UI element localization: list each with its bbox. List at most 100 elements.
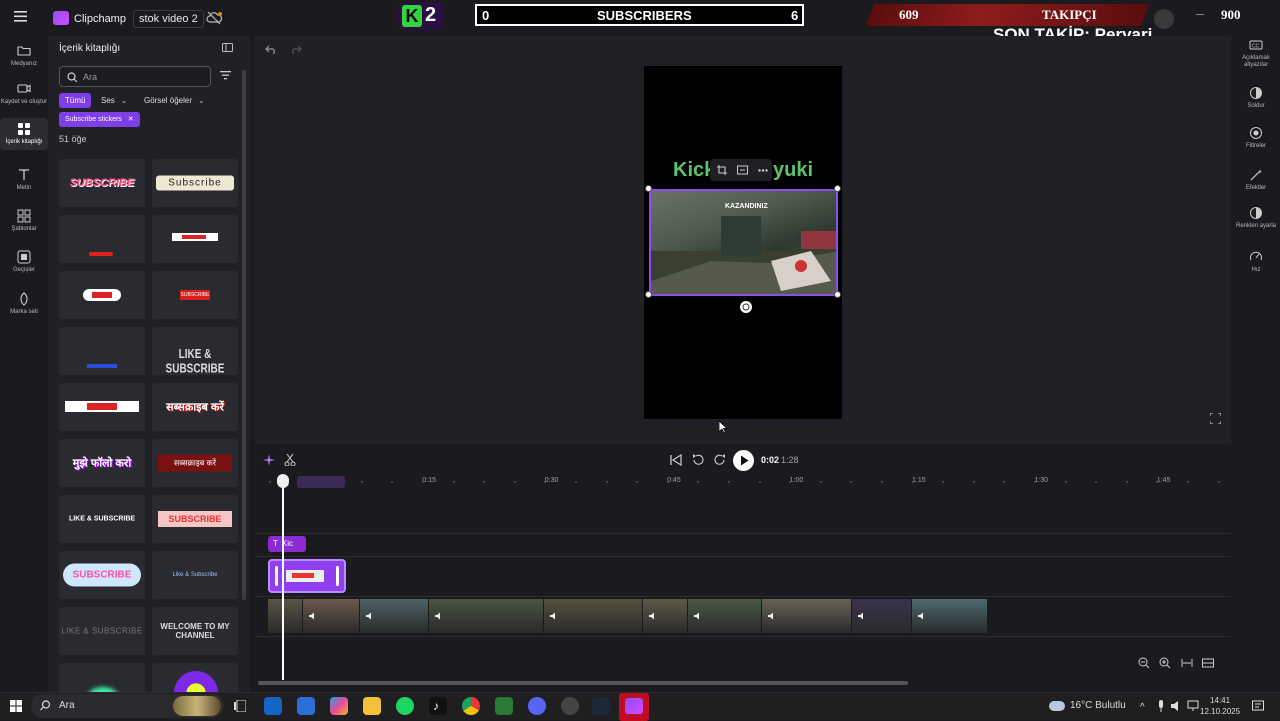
nav-item-4[interactable]: Şablonlar <box>0 205 48 237</box>
project-name-field[interactable]: stok video 2 <box>133 10 204 28</box>
more-options-icon[interactable] <box>758 169 768 172</box>
canvas-title-left[interactable]: Kick <box>673 159 715 182</box>
redo-icon[interactable] <box>290 44 302 54</box>
sticker-thumbnail[interactable]: Subscribe <box>152 159 238 207</box>
sticker-thumbnail[interactable]: SUBSCRIBE <box>152 271 238 319</box>
crop-icon[interactable] <box>717 165 727 175</box>
zoom-out-icon[interactable] <box>1138 657 1150 669</box>
video-clip[interactable] <box>360 599 429 633</box>
playhead-handle[interactable] <box>277 474 289 488</box>
right-rail-item-2[interactable]: Filtreler <box>1231 126 1280 150</box>
rewind-5-icon[interactable] <box>692 454 704 466</box>
right-rail-item-5[interactable]: Hız <box>1231 250 1280 274</box>
sticker-thumbnail[interactable]: सब्सक्राइब करें <box>152 383 238 431</box>
filter-all-chip[interactable]: Tümü <box>59 93 92 108</box>
speaker-icon[interactable] <box>694 612 702 620</box>
chrome-icon[interactable] <box>462 697 480 715</box>
nav-item-3[interactable]: Metin <box>0 164 48 196</box>
chevron-up-icon[interactable]: ^ <box>1140 702 1145 713</box>
filter-icon[interactable] <box>220 71 231 80</box>
resize-handle-bl[interactable] <box>645 291 652 298</box>
split-icon[interactable] <box>284 454 296 466</box>
sticker-thumbnail[interactable]: SUBSCRIBE <box>59 551 145 599</box>
sticker-thumbnail[interactable] <box>59 271 145 319</box>
play-button[interactable] <box>733 450 754 471</box>
timeline-scrollbar[interactable] <box>258 681 908 685</box>
video-clip[interactable] <box>762 599 852 633</box>
outlook-icon[interactable] <box>264 697 282 715</box>
speaker-icon[interactable] <box>858 612 866 620</box>
fit-icon[interactable] <box>737 165 748 175</box>
skip-back-icon[interactable] <box>670 454 682 466</box>
taskbar-search[interactable]: Ara <box>31 694 224 718</box>
menu-icon[interactable] <box>14 11 27 22</box>
canvas-title-right[interactable]: yuki <box>773 159 813 182</box>
clip-trim-left[interactable] <box>275 566 278 586</box>
sticker-thumbnail[interactable] <box>59 215 145 263</box>
close-icon[interactable]: ✕ <box>128 116 134 123</box>
sticker-thumbnail[interactable] <box>59 383 145 431</box>
sticker-thumbnail[interactable]: WELCOME TO MY CHANNEL <box>152 607 238 655</box>
nav-item-1[interactable]: Kaydet ve oluştur <box>0 78 48 110</box>
video-clip[interactable] <box>643 599 688 633</box>
store-icon[interactable] <box>297 697 315 715</box>
sticker-thumbnail[interactable]: मुझे फॉलो करो <box>59 439 145 487</box>
nav-item-0[interactable]: Medyanız <box>0 40 48 72</box>
minimize-icon[interactable] <box>1196 14 1204 15</box>
video-clip[interactable] <box>912 599 988 633</box>
file-explorer-icon[interactable] <box>363 697 381 715</box>
speaker-icon[interactable] <box>550 612 558 620</box>
video-clip[interactable] <box>303 599 360 633</box>
cloud-sync-off-icon[interactable] <box>206 11 222 25</box>
excel-icon[interactable] <box>495 697 513 715</box>
speaker-icon[interactable] <box>649 612 657 620</box>
tiktok-icon[interactable]: ♪ <box>429 697 447 715</box>
avatar[interactable] <box>1154 9 1174 29</box>
video-clip[interactable] <box>429 599 544 633</box>
video-clip[interactable] <box>544 599 643 633</box>
nav-item-2[interactable]: İçerik kitaplığı <box>0 118 48 150</box>
speaker-icon[interactable] <box>768 612 776 620</box>
timeline-layout-icon[interactable] <box>1202 657 1214 669</box>
volume-icon[interactable] <box>1171 700 1183 712</box>
sticker-thumbnail[interactable]: SUBSCRIBE <box>152 495 238 543</box>
windows-start-icon[interactable] <box>10 700 22 712</box>
sticker-thumbnail[interactable]: LIKE & SUBSCRIBE <box>152 327 238 375</box>
resize-handle-br[interactable] <box>834 291 841 298</box>
speaker-icon[interactable] <box>918 612 926 620</box>
right-rail-item-4[interactable]: Renkleri ayarla <box>1231 206 1280 230</box>
network-icon[interactable] <box>1187 700 1199 712</box>
task-view-icon[interactable] <box>234 700 246 712</box>
sticker-thumbnail[interactable]: LIKE & SUBSCRIBE <box>59 495 145 543</box>
speaker-icon[interactable] <box>366 612 374 620</box>
right-rail-item-0[interactable]: CC Açıklamalı altyazılar <box>1231 38 1280 69</box>
fullscreen-icon[interactable] <box>1210 413 1221 424</box>
rotate-handle-icon[interactable] <box>740 301 752 313</box>
sticker-thumbnail[interactable] <box>59 327 145 375</box>
fit-timeline-icon[interactable] <box>1181 657 1193 669</box>
speaker-icon[interactable] <box>435 612 443 620</box>
notification-icon[interactable] <box>1252 700 1264 712</box>
spotify-icon[interactable] <box>396 697 414 715</box>
video-clip[interactable] <box>852 599 912 633</box>
copilot-icon[interactable] <box>330 697 348 715</box>
discord-icon[interactable] <box>528 697 546 715</box>
speaker-icon[interactable] <box>309 612 317 620</box>
filter-audio-dropdown[interactable]: Ses ⌄ <box>95 93 134 108</box>
sticker-clip[interactable] <box>268 559 346 593</box>
text-clip[interactable]: T Kic <box>268 536 306 552</box>
sticker-thumbnail[interactable] <box>152 215 238 263</box>
active-tag[interactable]: Subscribe stickers ✕ <box>59 112 140 127</box>
right-rail-item-3[interactable]: Efektler <box>1231 168 1280 192</box>
resize-handle-tr[interactable] <box>834 185 841 192</box>
playhead[interactable] <box>282 480 284 680</box>
clipchamp-taskbar-button[interactable] <box>619 693 649 721</box>
sticker-thumbnail[interactable]: LIKE & SUBSCRIBE <box>59 607 145 655</box>
magic-icon[interactable] <box>263 454 275 466</box>
filter-visuals-dropdown[interactable]: Görsel öğeler ⌄ <box>138 93 211 108</box>
mic-icon[interactable] <box>1157 700 1165 712</box>
undo-icon[interactable] <box>265 44 277 54</box>
search-input[interactable]: Ara <box>59 66 211 87</box>
sticker-thumbnail[interactable]: SUBSCRIBE <box>59 159 145 207</box>
video-clip[interactable] <box>688 599 762 633</box>
